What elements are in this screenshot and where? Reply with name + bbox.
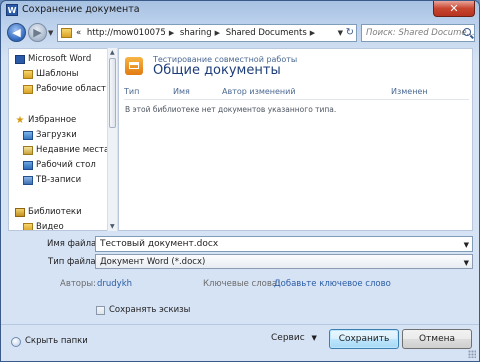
- breadcrumb-item-sharing[interactable]: sharing: [180, 28, 212, 38]
- search-icon: [463, 28, 471, 36]
- save-thumbnails-label[interactable]: Сохранять эскизы: [109, 305, 190, 315]
- sidebar-item-label: Избранное: [28, 115, 77, 125]
- sidebar-item-label: Microsoft Word: [28, 54, 92, 64]
- tools-menu-button[interactable]: Сервис ▼: [271, 333, 317, 343]
- column-header-modified[interactable]: Изменен: [391, 87, 428, 96]
- library-title: Общие документы: [153, 63, 281, 78]
- search-placeholder: Поиск: Shared Docume...: [366, 28, 475, 38]
- word-icon: [15, 55, 25, 64]
- collapse-icon: [11, 337, 21, 347]
- authors-value[interactable]: drudykh: [97, 279, 132, 289]
- back-button[interactable]: ◀: [7, 23, 26, 42]
- tv-recordings-icon: [23, 176, 33, 185]
- folder-icon: [23, 70, 33, 79]
- sidebar-item-label: Недавние места: [36, 145, 110, 155]
- address-bar[interactable]: « http://mow010075 ▶ sharing ▶ Shared Docu…: [57, 24, 357, 42]
- column-headers: Тип Имя Автор изменений Изменен: [124, 87, 469, 100]
- filetype-label: Тип файла:: [48, 257, 99, 267]
- tools-label: Сервис: [271, 333, 305, 343]
- chevron-down-icon[interactable]: ▼: [464, 241, 469, 249]
- keywords-value[interactable]: Добавьте ключевое слово: [274, 279, 391, 289]
- refresh-icon[interactable]: ↻: [346, 27, 354, 38]
- keywords-label: Ключевые слова:: [203, 279, 280, 289]
- title-bar: W Сохранение документа ✕: [1, 1, 479, 19]
- column-header-type[interactable]: Тип: [124, 87, 139, 96]
- resize-grip-icon[interactable]: [468, 350, 476, 358]
- desktop-icon: [23, 161, 33, 170]
- sidebar-item-label: Загрузки: [36, 130, 77, 140]
- downloads-icon: [23, 131, 33, 140]
- column-header-name[interactable]: Имя: [173, 87, 190, 96]
- empty-library-message: В этой библиотеке нет документов указанн…: [125, 105, 337, 114]
- chevron-right-icon[interactable]: ▶: [169, 29, 174, 37]
- recent-pages-dropdown-icon[interactable]: ▼: [48, 29, 53, 37]
- breadcrumb-item-shared-documents[interactable]: Shared Documents: [226, 28, 307, 38]
- scroll-up-icon[interactable]: ▲: [110, 49, 115, 56]
- save-thumbnails-checkbox[interactable]: [96, 306, 105, 315]
- breadcrumb-overflow[interactable]: «: [76, 28, 81, 38]
- filetype-select[interactable]: Документ Word (*.docx) ▼: [95, 254, 473, 269]
- footer-divider: [1, 324, 479, 325]
- forward-button[interactable]: ▶: [28, 23, 47, 42]
- filename-label: Имя файла:: [47, 239, 100, 249]
- save-button[interactable]: Сохранить: [329, 329, 399, 349]
- sidebar-item-label: Шаблоны: [36, 69, 79, 79]
- filename-field[interactable]: Тестовый документ.docx ▼: [95, 236, 473, 252]
- authors-label: Авторы:: [60, 279, 96, 289]
- star-icon: ★: [15, 115, 25, 126]
- folder-icon: [23, 85, 33, 94]
- breadcrumb-item-server[interactable]: http://mow010075: [87, 28, 166, 38]
- address-dropdown-icon[interactable]: ▼: [338, 29, 343, 37]
- navigation-pane: Microsoft Word Шаблоны Рабочие област ★ …: [8, 48, 117, 231]
- chevron-down-icon[interactable]: ▼: [464, 259, 469, 267]
- scrollbar-thumb[interactable]: [109, 58, 116, 128]
- close-button[interactable]: ✕: [433, 1, 475, 17]
- hide-folders-label: Скрыть папки: [25, 336, 88, 346]
- filetype-value: Документ Word (*.docx): [100, 257, 206, 267]
- sidebar-item-label: ТВ-записи: [36, 175, 82, 185]
- folder-icon: [61, 28, 72, 38]
- sidebar-item-label: Видео: [36, 222, 64, 231]
- navigation-bar: ◀ ▶ ▼ « http://mow010075 ▶ sharing ▶ Share…: [1, 20, 479, 46]
- chevron-right-icon[interactable]: ▶: [310, 29, 315, 37]
- video-icon: [23, 223, 33, 230]
- column-header-modified-by[interactable]: Автор изменений: [222, 87, 296, 96]
- sharepoint-library-icon: [125, 57, 143, 75]
- filename-value: Тестовый документ.docx: [100, 239, 219, 249]
- navigation-pane-scrollbar[interactable]: ▲ ▼: [107, 48, 117, 231]
- sidebar-item-label: Рабочие област: [36, 84, 106, 94]
- save-dialog: W Сохранение документа ✕ ◀ ▶ ▼ « http://…: [0, 0, 480, 362]
- scroll-down-icon[interactable]: ▼: [110, 223, 115, 230]
- chevron-right-icon[interactable]: ▶: [215, 29, 220, 37]
- sidebar-item-label: Библиотеки: [28, 207, 82, 217]
- cancel-button[interactable]: Отмена: [402, 329, 472, 349]
- libraries-icon: [15, 208, 25, 217]
- file-list-pane: Тестирование совместной работы Общие док…: [118, 48, 473, 231]
- window-title: Сохранение документа: [22, 4, 140, 15]
- sidebar-item-label: Рабочий стол: [36, 160, 96, 170]
- chevron-down-icon: ▼: [311, 334, 317, 342]
- breadcrumb: « http://mow010075 ▶ sharing ▶ Shared Docu…: [76, 28, 318, 38]
- search-input[interactable]: Поиск: Shared Docume...: [361, 24, 475, 42]
- word-app-icon: W: [6, 4, 18, 16]
- recent-places-icon: [23, 146, 33, 155]
